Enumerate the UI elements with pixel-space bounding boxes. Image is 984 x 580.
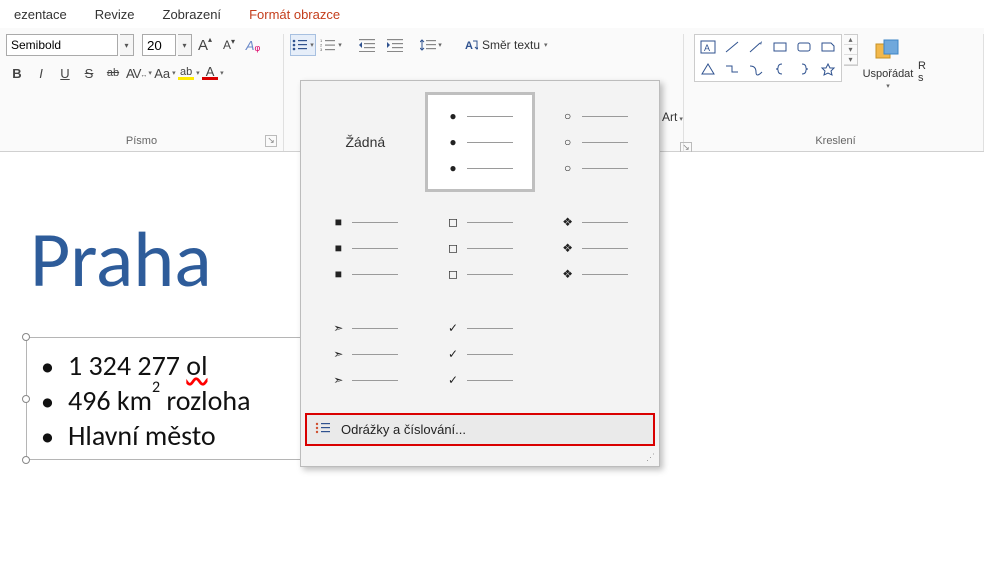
bold-button[interactable]: B (6, 62, 28, 84)
shape-snip-rect[interactable] (817, 37, 839, 57)
svg-text:A: A (704, 43, 710, 53)
bullet-icon: • (41, 353, 54, 379)
shape-line[interactable] (721, 37, 743, 57)
arrange-label: Uspořádat (863, 68, 914, 80)
line-spacing-button[interactable] (418, 34, 444, 56)
svg-text:A: A (465, 40, 473, 52)
resize-handle[interactable] (22, 456, 30, 464)
bullets-numbering-icon (315, 421, 331, 438)
increase-indent-button[interactable] (382, 34, 408, 56)
tab-review[interactable]: Revize (81, 3, 149, 26)
arrange-button[interactable]: Uspořádat ▾ (860, 34, 916, 94)
bullet-icon: • (41, 388, 54, 414)
superscript: 2 (152, 378, 160, 397)
bullet-option-big-square[interactable]: ◻ ◻ ◻ (426, 199, 535, 297)
shape-brace-l[interactable] (769, 59, 791, 79)
tab-slideshow-cut[interactable]: ezentace (0, 3, 81, 26)
shape-rounded-rect[interactable] (793, 37, 815, 57)
strikethrough-button[interactable]: S (78, 62, 100, 84)
shape-arrow-line[interactable] (745, 37, 767, 57)
bullet-option-diamond[interactable]: ❖ ❖ ❖ (540, 199, 649, 297)
shape-brace-r[interactable] (793, 59, 815, 79)
font-color-button[interactable]: A (202, 62, 224, 84)
bullet-option-check[interactable]: ✓ ✓ ✓ (426, 305, 535, 403)
resize-handle[interactable] (22, 395, 30, 403)
shapes-gallery-scroll[interactable]: ▴ ▾ ▾ (844, 34, 858, 66)
char-spacing-button[interactable]: AV↔ (126, 62, 152, 84)
tab-view[interactable]: Zobrazení (149, 3, 236, 26)
change-case-label: Aa (154, 66, 170, 81)
text: 496 km (68, 383, 152, 418)
bullet-option-empty (540, 305, 649, 403)
shape-connector2[interactable] (745, 59, 767, 79)
svg-text:3: 3 (320, 47, 323, 52)
grow-font-button[interactable]: A▴ (194, 34, 216, 56)
bullet-icon: • (41, 423, 54, 449)
arrange-icon (874, 38, 902, 66)
dropdown-resize-grip[interactable]: ⋰ (301, 452, 659, 466)
shapes-gallery-more[interactable]: ▾ (844, 55, 857, 65)
font-name-input[interactable] (6, 34, 118, 56)
decrease-indent-button[interactable] (354, 34, 380, 56)
change-case-button[interactable]: Aa (154, 62, 176, 84)
text: 1 324 277 (68, 348, 186, 383)
italic-button[interactable]: I (30, 62, 52, 84)
highlight-button[interactable]: ab (178, 62, 200, 84)
resize-handle[interactable] (22, 333, 30, 341)
wordart-button-peek[interactable]: Art▾ (662, 110, 683, 124)
bullet-option-none[interactable]: Žádná (311, 93, 420, 191)
bullets-button[interactable] (290, 34, 316, 56)
spell-error-text: ol (186, 348, 207, 383)
font-dialog-launcher[interactable]: ↘ (265, 135, 277, 147)
bullet-option-disc[interactable]: ● ● ● (426, 93, 535, 191)
shape-textbox[interactable]: A (697, 37, 719, 57)
quick-styles-cut[interactable]: R s (918, 34, 926, 84)
text: rozloha (160, 383, 250, 418)
text-direction-icon: A (464, 38, 478, 52)
underline-button[interactable]: U (54, 62, 76, 84)
text: Hlavní město (68, 418, 216, 453)
bullet-option-circle[interactable]: ○ ○ ○ (540, 93, 649, 191)
shrink-font-button[interactable]: A▾ (218, 34, 240, 56)
shapes-gallery[interactable]: A (694, 34, 842, 82)
font-size-input[interactable] (142, 34, 176, 56)
font-name-dropdown[interactable]: ▾ (120, 34, 134, 56)
font-group-label-text: Písmo (126, 135, 157, 147)
shapes-scroll-up[interactable]: ▴ (844, 35, 857, 45)
clear-formatting-button[interactable]: Aᵩ (242, 34, 264, 56)
bullets-and-numbering-menuitem[interactable]: Odrážky a číslování... (305, 413, 655, 446)
font-size-dropdown[interactable]: ▾ (178, 34, 192, 56)
bullet-option-arrow[interactable]: ➣ ➣ ➣ (311, 305, 420, 403)
shape-star[interactable] (817, 59, 839, 79)
font-group-label: Písmo ↘ (6, 133, 277, 149)
bullets-and-numbering-label: Odrážky a číslování... (341, 422, 466, 437)
drawing-group-label: Kreslení (694, 133, 977, 149)
text-direction-button[interactable]: A Směr textu ▾ (460, 36, 552, 54)
shapes-scroll-down[interactable]: ▾ (844, 45, 857, 55)
subscript-button[interactable]: ab (102, 62, 124, 84)
bullets-dropdown-panel: Žádná ● ● ● ○ ○ ○ ■ ■ ■ ◻ ◻ ◻ ❖ ❖ ❖ ➣ ➣ (300, 80, 660, 467)
bullet-option-square[interactable]: ■ ■ ■ (311, 199, 420, 297)
text-direction-label: Směr textu (482, 38, 540, 52)
shape-triangle[interactable] (697, 59, 719, 79)
numbering-button[interactable]: 123 (318, 34, 344, 56)
tab-picture-format[interactable]: Formát obrazce (235, 3, 354, 26)
shape-connector1[interactable] (721, 59, 743, 79)
shape-rect[interactable] (769, 37, 791, 57)
